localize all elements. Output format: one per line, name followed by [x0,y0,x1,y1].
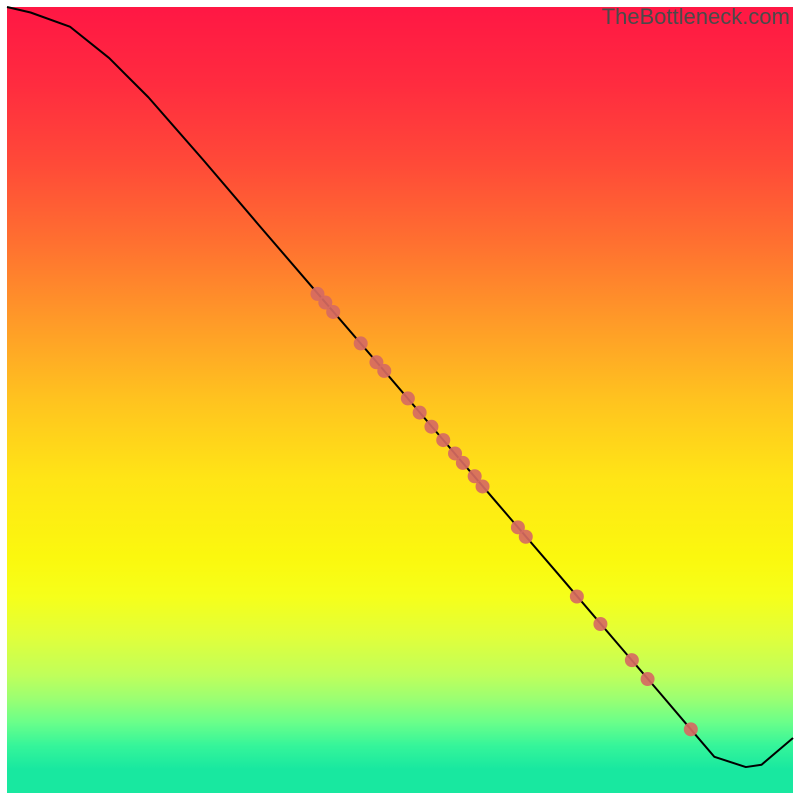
marker-point [354,336,368,350]
marker-point [570,590,584,604]
marker-point [684,722,698,736]
marker-point [456,456,470,470]
chart-background [7,7,793,793]
chart-container: TheBottleneck.com [0,0,800,800]
marker-point [641,672,655,686]
marker-point [424,420,438,434]
marker-point [401,391,415,405]
marker-point [326,305,340,319]
marker-point [476,479,490,493]
marker-point [436,433,450,447]
marker-point [377,364,391,378]
marker-point [625,653,639,667]
chart-svg [0,0,800,800]
watermark-text: TheBottleneck.com [602,4,790,30]
marker-point [519,530,533,544]
marker-point [593,617,607,631]
marker-point [413,406,427,420]
